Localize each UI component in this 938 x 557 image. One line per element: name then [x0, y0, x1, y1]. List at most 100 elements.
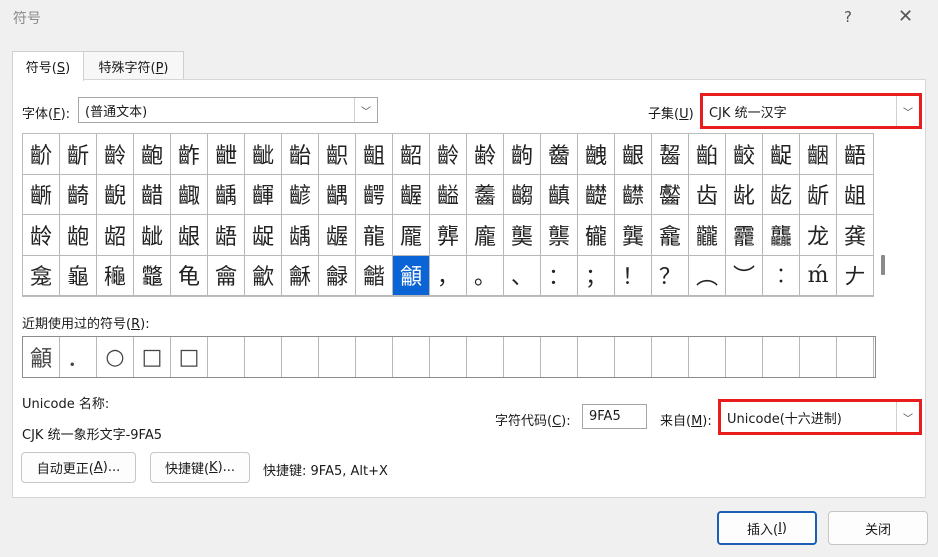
- symbol-cell[interactable]: 龟: [171, 255, 208, 296]
- recent-symbol-cell[interactable]: ．: [60, 337, 97, 377]
- symbol-cell[interactable]: 齬: [837, 134, 873, 175]
- symbol-cell[interactable]: 龌: [319, 215, 356, 256]
- symbol-cell[interactable]: 齥: [578, 134, 615, 175]
- recent-symbol-cell[interactable]: [800, 337, 837, 377]
- autocorrect-button[interactable]: 自动更正(A)...: [21, 452, 136, 483]
- symbol-cell[interactable]: 齱: [171, 174, 208, 215]
- grid-scrollbar[interactable]: [874, 133, 892, 297]
- symbol-cell[interactable]: 齜: [245, 134, 282, 175]
- symbol-cell[interactable]: 齽: [615, 174, 652, 215]
- recent-symbol-cell[interactable]: [430, 337, 467, 377]
- help-icon[interactable]: ?: [844, 8, 852, 26]
- symbol-cell[interactable]: 龡: [245, 255, 282, 296]
- symbol-cell[interactable]: 龅: [60, 215, 97, 256]
- recent-symbol-cell[interactable]: ○: [97, 337, 134, 377]
- symbol-cell[interactable]: 齷: [393, 174, 430, 215]
- symbol-cell[interactable]: 齼: [578, 174, 615, 215]
- from-dropdown[interactable]: Unicode(十六进制) ﹀: [718, 399, 922, 435]
- symbol-cell[interactable]: 齘: [23, 134, 60, 175]
- symbol-cell[interactable]: 龊: [245, 215, 282, 256]
- close-icon[interactable]: ✕: [898, 6, 913, 27]
- symbol-cell[interactable]: 龛: [23, 255, 60, 296]
- recent-symbol-cell[interactable]: [245, 337, 282, 377]
- symbol-cell[interactable]: 齙: [134, 134, 171, 175]
- symbol-cell[interactable]: 龘: [763, 215, 800, 256]
- symbol-cell[interactable]: 齩: [726, 134, 763, 175]
- recent-symbol-cell[interactable]: [652, 337, 689, 377]
- symbol-cell[interactable]: 齴: [282, 174, 319, 215]
- symbol-cell[interactable]: 齦: [615, 134, 652, 175]
- recent-symbol-cell[interactable]: [726, 337, 763, 377]
- recent-symbol-cell[interactable]: [541, 337, 578, 377]
- symbol-cell[interactable]: ︵: [689, 255, 726, 296]
- symbol-cell[interactable]: 龏: [430, 215, 467, 256]
- symbol-cell[interactable]: 龆: [97, 215, 134, 256]
- symbol-cell[interactable]: 龒: [541, 215, 578, 256]
- symbol-cell-selected[interactable]: 龥: [393, 255, 430, 296]
- symbol-cell[interactable]: ！: [615, 255, 652, 296]
- symbol-cell[interactable]: 。: [467, 255, 504, 296]
- symbol-cell[interactable]: 齺: [504, 174, 541, 215]
- symbol-cell[interactable]: 龇: [134, 215, 171, 256]
- symbol-cell[interactable]: ︶: [726, 255, 763, 296]
- symbol-cell[interactable]: 齭: [23, 174, 60, 215]
- recent-symbol-cell[interactable]: [208, 337, 245, 377]
- symbol-cell[interactable]: 龢: [282, 255, 319, 296]
- symbol-cell[interactable]: 龍: [356, 215, 393, 256]
- symbol-cell[interactable]: 齵: [319, 174, 356, 215]
- symbol-cell[interactable]: 齨: [689, 134, 726, 175]
- symbol-cell[interactable]: 齚: [171, 134, 208, 175]
- symbol-cell[interactable]: 𠂇: [837, 256, 873, 296]
- symbol-cell[interactable]: 齪: [763, 134, 800, 175]
- recent-symbol-cell[interactable]: [319, 337, 356, 377]
- symbol-cell[interactable]: 齾: [652, 174, 689, 215]
- recent-symbol-cell[interactable]: [763, 337, 800, 377]
- shortcut-key-button[interactable]: 快捷键(K)...: [150, 452, 250, 483]
- symbol-cell[interactable]: 龐: [467, 215, 504, 256]
- symbol-cell[interactable]: 龜: [60, 255, 97, 296]
- symbol-cell[interactable]: 齡: [97, 134, 134, 175]
- recent-symbol-cell[interactable]: [282, 337, 319, 377]
- symbol-cell[interactable]: 齠: [393, 134, 430, 175]
- symbol-cell[interactable]: ；: [578, 255, 615, 296]
- symbol-cell[interactable]: 、: [504, 255, 541, 296]
- symbol-cell[interactable]: 龈: [171, 215, 208, 256]
- symbol-cell[interactable]: 齧: [652, 134, 689, 175]
- symbol-cell[interactable]: 齣: [504, 134, 541, 175]
- recent-symbol-cell[interactable]: [837, 337, 874, 377]
- recent-symbol-cell[interactable]: [356, 337, 393, 377]
- recent-symbol-cell[interactable]: □: [171, 337, 208, 377]
- symbol-cell[interactable]: 龀: [726, 174, 763, 215]
- symbol-cell[interactable]: 龂: [800, 174, 837, 215]
- symbol-cell[interactable]: 齯: [97, 174, 134, 215]
- close-button[interactable]: 关闭: [828, 511, 928, 545]
- tab-symbols[interactable]: 符号(S): [12, 51, 84, 81]
- symbol-cell[interactable]: 齻: [541, 174, 578, 215]
- symbol-cell[interactable]: 齸: [430, 174, 467, 215]
- recent-symbol-cell[interactable]: [504, 337, 541, 377]
- symbol-cell[interactable]: 齿: [689, 174, 726, 215]
- symbol-cell[interactable]: 龎: [393, 215, 430, 256]
- symbol-cell[interactable]: 龄: [23, 215, 60, 256]
- symbol-cell[interactable]: 龚: [837, 215, 873, 256]
- symbol-cell[interactable]: 齮: [60, 174, 97, 215]
- symbol-cell[interactable]: 齞: [319, 134, 356, 175]
- symbol-cell[interactable]: 龠: [208, 255, 245, 296]
- symbol-cell[interactable]: 龑: [504, 215, 541, 256]
- symbol-cell[interactable]: 齗: [60, 134, 97, 175]
- recent-symbol-cell[interactable]: [393, 337, 430, 377]
- recent-symbol-cell[interactable]: [615, 337, 652, 377]
- symbol-cell[interactable]: ︰: [763, 255, 800, 296]
- symbol-cell[interactable]: 齝: [282, 134, 319, 175]
- recent-symbol-cell[interactable]: 龥: [23, 337, 60, 377]
- symbol-cell[interactable]: 龕: [652, 215, 689, 256]
- symbol-cell[interactable]: 龁: [763, 174, 800, 215]
- symbol-cell[interactable]: 龋: [282, 215, 319, 256]
- symbol-cell[interactable]: 龖: [689, 215, 726, 256]
- symbol-cell[interactable]: 齶: [356, 174, 393, 215]
- tab-special-characters[interactable]: 特殊字符(P): [83, 51, 184, 80]
- symbol-cell[interactable]: 龣: [319, 255, 356, 296]
- recent-symbol-cell[interactable]: [689, 337, 726, 377]
- recent-symbol-cell[interactable]: [467, 337, 504, 377]
- scrollbar-thumb[interactable]: [881, 255, 885, 275]
